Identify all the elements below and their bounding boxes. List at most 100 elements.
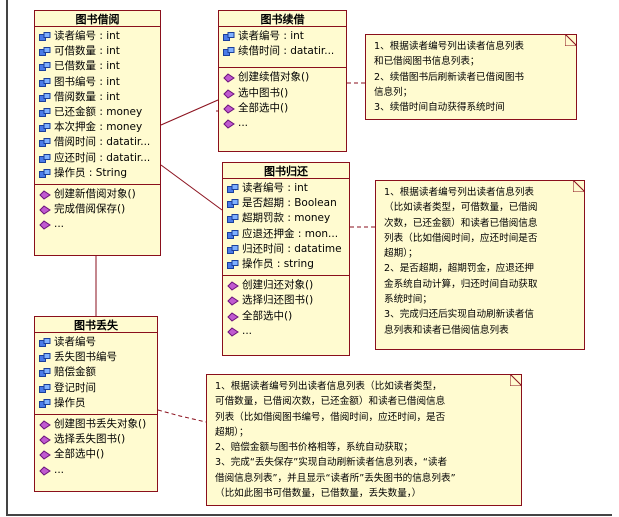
attribute-row[interactable]: 已借数量 : int bbox=[35, 59, 160, 74]
attribute-row[interactable]: 本次押金 : money bbox=[35, 120, 160, 135]
class-renew[interactable]: 图书续借 读者编号 : int 续借时间 : datatir... 创建续借对象(… bbox=[218, 10, 347, 152]
attribute-row[interactable]: 已还金额 : money bbox=[35, 105, 160, 120]
note-line: 1、根据读者编号列出读者信息列表 bbox=[384, 187, 535, 198]
attribute-row[interactable]: 图书编号 : int bbox=[35, 75, 160, 90]
operation-row[interactable]: 创建归还对象() bbox=[223, 278, 349, 293]
attribute-row[interactable]: 读者编号 : int bbox=[35, 29, 160, 44]
operation-row[interactable]: ... bbox=[223, 324, 349, 339]
attribute-section: 读者编号 : int 是否超期 : Boolean 超期罚款 : money 应退还押… bbox=[223, 179, 349, 277]
attribute-section: 读者编号 : int 续借时间 : datatir... bbox=[219, 27, 346, 69]
attribute-row[interactable]: 赔偿金额 bbox=[35, 365, 157, 380]
attribute-icon bbox=[227, 244, 239, 254]
attribute-row[interactable]: 读者编号 : int bbox=[223, 181, 349, 196]
operation-row[interactable]: 全部选中() bbox=[35, 447, 157, 462]
operation-icon bbox=[39, 190, 51, 200]
row-text: 创建新借阅对象() bbox=[54, 187, 136, 200]
operation-row[interactable]: 全部选中() bbox=[223, 309, 349, 324]
row-text: ... bbox=[54, 218, 65, 231]
note-line: 3、完成“丢失保存”实现自动刷新读者信息列表，“读者 bbox=[215, 457, 448, 469]
row-text: 图书编号 : int bbox=[54, 75, 120, 88]
operation-icon bbox=[223, 73, 235, 84]
operation-row[interactable]: ... bbox=[219, 116, 346, 131]
attribute-row[interactable]: 应退还押金 : mon... bbox=[223, 227, 349, 242]
row-text: 超期罚款 : money bbox=[242, 212, 331, 225]
row-text: 创建归还对象() bbox=[242, 279, 314, 292]
row-text: 全部选中() bbox=[238, 101, 289, 114]
operation-icon bbox=[227, 296, 239, 306]
operation-row[interactable]: 选择归还图书() bbox=[223, 293, 349, 308]
row-text: 完成借阅保存() bbox=[54, 203, 126, 216]
attribute-row[interactable]: 归还时间 : datatime bbox=[223, 242, 349, 257]
operation-icon bbox=[223, 119, 235, 129]
attribute-row[interactable]: 操作员 : String bbox=[35, 166, 160, 181]
attribute-row[interactable]: 应还时间 : datatir... bbox=[35, 151, 160, 166]
note-line: 和已借阅图书信息列表； bbox=[374, 56, 480, 68]
attribute-row[interactable]: 登记时间 bbox=[35, 381, 157, 396]
note-line: 2、赔偿金额与图书价格相等，系统自动获取； bbox=[215, 442, 413, 454]
class-return[interactable]: 图书归还 读者编号 : int 是否超期 : Boolean 超期罚款 : mone… bbox=[222, 162, 350, 356]
attribute-row[interactable]: 可借数量 : int bbox=[35, 44, 160, 59]
operation-section: 创建图书丢失对象() 选择丢失图书() 全部选中()... bbox=[35, 415, 157, 481]
note-fold-corner bbox=[573, 180, 585, 192]
operation-row[interactable]: ... bbox=[35, 463, 157, 478]
row-text: ... bbox=[54, 463, 65, 476]
note-lost[interactable]: 1、根据读者编号列出读者信息列表（比如读者类型， 可借数量，已借阅次数，已还金额）… bbox=[206, 374, 522, 506]
row-text: 读者编号 : int bbox=[242, 182, 308, 194]
operation-section: 创建新借阅对象() 完成借阅保存()... bbox=[35, 185, 160, 236]
operation-icon bbox=[39, 465, 51, 476]
row-text: 全部选中() bbox=[54, 448, 105, 461]
row-text: 应退还押金 : mon... bbox=[242, 227, 339, 240]
note-fold-corner bbox=[565, 34, 577, 46]
note-line: 1、根据读者编号列出读者信息列表（比如读者类型， bbox=[215, 381, 442, 392]
operation-row[interactable]: 创建图书丢失对象() bbox=[35, 417, 157, 432]
attribute-icon bbox=[227, 229, 239, 239]
operation-icon bbox=[227, 311, 239, 322]
note-line: 金系统自动计算，归还时间自动获取 bbox=[384, 278, 538, 290]
note-line: 2、续借图书后刷新读者已借阅图书 bbox=[374, 71, 525, 83]
row-text: 是否超期 : Boolean bbox=[242, 197, 337, 210]
row-text: 借阅数量 : int bbox=[54, 90, 120, 103]
class-lost[interactable]: 图书丢失 读者编号 丢失图书编号 赔偿金额 登记时间 操作员 创建图书丢失对象() 选择丢… bbox=[34, 316, 158, 492]
attribute-icon bbox=[39, 138, 51, 148]
row-text: 登记时间 bbox=[54, 381, 96, 394]
row-text: 读者编号 : int bbox=[54, 30, 120, 42]
note-line: 信息列； bbox=[374, 86, 413, 98]
attribute-row[interactable]: 读者编号 bbox=[35, 335, 157, 350]
attribute-row[interactable]: 超期罚款 : money bbox=[223, 211, 349, 226]
attribute-row[interactable]: 续借时间 : datatir... bbox=[219, 44, 346, 59]
attribute-icon bbox=[39, 153, 51, 163]
operation-icon bbox=[227, 281, 239, 291]
row-text: 选中图书() bbox=[238, 86, 289, 99]
row-text: ... bbox=[242, 324, 253, 337]
note-renew[interactable]: 1、根据读者编号列出读者信息列表 和已借阅图书信息列表； 2、续借图书后刷新读者已借… bbox=[365, 34, 577, 120]
attribute-icon bbox=[39, 123, 51, 133]
operation-row[interactable]: 全部选中() bbox=[219, 101, 346, 116]
row-text: 创建图书丢失对象() bbox=[54, 417, 147, 430]
attribute-row[interactable]: 借阅数量 : int bbox=[35, 90, 160, 105]
row-text: 可借数量 : int bbox=[54, 45, 120, 58]
note-line: 2、是否超期，超期罚金，应退还押 bbox=[384, 263, 535, 275]
operation-row[interactable]: 选中图书() bbox=[219, 86, 346, 101]
class-borrow[interactable]: 图书借阅 读者编号 : int 可借数量 : int 已借数量 : int 图书编号 … bbox=[34, 10, 161, 256]
operation-icon bbox=[227, 327, 239, 337]
operation-row[interactable]: 创建续借对象() bbox=[219, 70, 346, 85]
note-line: 借阅信息列表”，并且显示“读者所”丢失图书的信息列表” bbox=[215, 472, 456, 484]
attribute-row[interactable]: 丢失图书编号 bbox=[35, 350, 157, 365]
attribute-row[interactable]: 读者编号 : int bbox=[219, 29, 346, 44]
operation-row[interactable]: ... bbox=[35, 217, 160, 232]
note-line: 超期）； bbox=[215, 426, 249, 438]
class-title: 图书归还 bbox=[223, 163, 349, 179]
operation-row[interactable]: 选择丢失图书() bbox=[35, 432, 157, 447]
operation-icon bbox=[39, 420, 51, 430]
attribute-row[interactable]: 操作员 : string bbox=[223, 257, 349, 272]
attribute-row[interactable]: 操作员 bbox=[35, 396, 157, 411]
attribute-icon bbox=[39, 383, 51, 393]
attribute-row[interactable]: 是否超期 : Boolean bbox=[223, 196, 349, 211]
note-return[interactable]: 1、根据读者编号列出读者信息列表 （比如读者类型，可借数量，已借阅 次数，已还金额）… bbox=[375, 180, 585, 350]
operation-row[interactable]: 完成借阅保存() bbox=[35, 202, 160, 217]
attribute-row[interactable]: 借阅时间 : datatir... bbox=[35, 135, 160, 150]
attribute-icon bbox=[227, 214, 239, 224]
row-text: 操作员 : String bbox=[54, 166, 128, 179]
attribute-icon bbox=[39, 47, 51, 57]
operation-row[interactable]: 创建新借阅对象() bbox=[35, 187, 160, 202]
